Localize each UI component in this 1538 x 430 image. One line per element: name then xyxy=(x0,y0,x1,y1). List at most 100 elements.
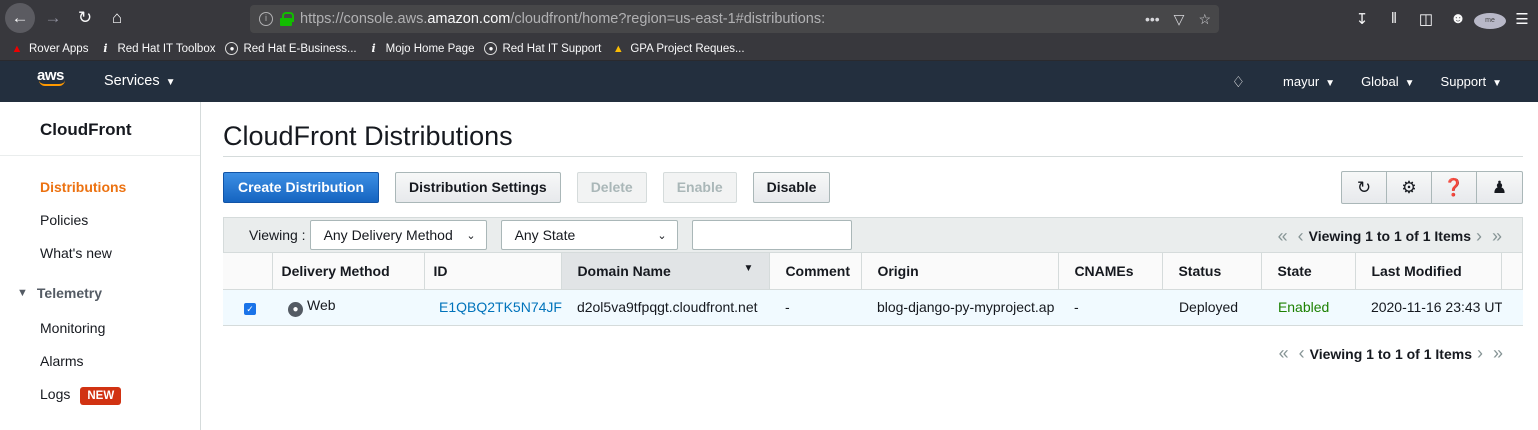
cell-comment: - xyxy=(784,299,790,315)
url-text[interactable]: https://console.aws.amazon.com/cloudfron… xyxy=(300,11,825,27)
sidebar-item-alarms[interactable]: Alarms xyxy=(0,345,200,378)
caret-down-icon: ▼ xyxy=(1404,78,1415,89)
pocket-icon[interactable]: ▽ xyxy=(1174,11,1185,28)
chevron-down-icon: ⌄ xyxy=(466,230,476,242)
bookmark-rover-apps[interactable]: ▲ Rover Apps xyxy=(10,42,89,56)
disable-button[interactable]: Disable xyxy=(752,171,831,203)
url-bar[interactable]: i https://console.aws.amazon.com/cloudfr… xyxy=(250,5,1219,33)
sidebar-item-logs[interactable]: Logs NEW xyxy=(0,378,200,411)
gear-icon[interactable]: ⚙ xyxy=(1387,172,1432,203)
sidebar-toggle-icon[interactable]: ◫ xyxy=(1410,10,1442,28)
delete-button[interactable]: Delete xyxy=(576,171,647,203)
next-page-icon[interactable]: › xyxy=(1476,226,1482,247)
reload-icon[interactable]: ↻ xyxy=(70,3,100,33)
services-menu[interactable]: Services ▼ xyxy=(104,73,176,89)
column-domain-name[interactable]: Domain Name ▼ xyxy=(561,253,771,290)
bookmark-it-support[interactable]: ● Red Hat IT Support xyxy=(484,42,601,55)
column-state[interactable]: State xyxy=(1261,253,1357,290)
globe-icon: ● xyxy=(288,302,303,317)
caret-down-icon: ▼ xyxy=(1492,78,1502,89)
row-checkbox-cell[interactable]: ✓ xyxy=(223,289,272,325)
table-header-row: Delivery Method ID Domain Name ▼ Comment … xyxy=(223,253,1523,290)
cell-cnames: - xyxy=(1073,299,1079,315)
sidebar-section-telemetry[interactable]: ▼ Telemetry xyxy=(0,274,200,312)
column-comment[interactable]: Comment xyxy=(769,253,863,290)
enable-button[interactable]: Enable xyxy=(662,171,737,203)
aws-logo[interactable]: aws xyxy=(37,67,65,86)
state-select[interactable]: Any State ⌄ xyxy=(500,220,678,250)
sidebar-item-whats-new[interactable]: What's new xyxy=(0,237,200,270)
bookmark-gpa[interactable]: ▲ GPA Project Reques... xyxy=(611,42,745,56)
bookmark-it-toolbox[interactable]: i Red Hat IT Toolbox xyxy=(98,42,215,56)
column-status[interactable]: Status xyxy=(1162,253,1263,290)
pager-bottom: « ‹ Viewing 1 to 1 of 1 Items › » xyxy=(223,326,1523,382)
state-enabled: Enabled xyxy=(1277,299,1330,315)
browser-toolbar: ← → ↻ ⌂ i https://console.aws.amazon.com… xyxy=(0,0,1538,37)
cell-origin: blog-django-py-myproject.ap xyxy=(876,299,1055,315)
cell-state: Enabled xyxy=(1262,289,1356,325)
last-page-icon[interactable]: » xyxy=(1492,226,1502,247)
info-icon[interactable]: i xyxy=(259,12,273,26)
bookmark-mojo[interactable]: i Mojo Home Page xyxy=(367,42,475,56)
sidebar-title[interactable]: CloudFront xyxy=(0,102,200,156)
cell-status: Deployed xyxy=(1178,299,1239,315)
caret-down-icon: ▼ xyxy=(17,287,28,299)
filter-bar: Viewing : Any Delivery Method ⌄ Any State… xyxy=(223,217,1523,253)
sidebar-item-distributions[interactable]: Distributions xyxy=(0,171,200,204)
aws-top-nav: aws Services ▼ ♢ mayur ▼ Global ▼ Support ▼ xyxy=(0,61,1538,102)
menu-icon[interactable]: ☰ xyxy=(1506,10,1538,28)
sidebar-item-monitoring[interactable]: Monitoring xyxy=(0,312,200,345)
first-page-icon[interactable]: « xyxy=(1278,226,1288,247)
drive-icon: ▲ xyxy=(612,42,624,55)
prev-page-icon[interactable]: ‹ xyxy=(1298,226,1304,247)
home-icon[interactable]: ⌂ xyxy=(102,3,132,33)
page-title: CloudFront Distributions xyxy=(223,102,1523,157)
row-checkbox[interactable]: ✓ xyxy=(244,303,256,315)
next-page-icon[interactable]: › xyxy=(1477,343,1483,364)
column-id[interactable]: ID xyxy=(424,253,563,290)
search-input[interactable] xyxy=(691,220,852,250)
chevron-down-icon: ⌄ xyxy=(657,230,667,242)
column-last-modified[interactable]: Last Modified xyxy=(1355,253,1503,290)
last-page-icon[interactable]: » xyxy=(1493,343,1503,364)
column-delivery-method[interactable]: Delivery Method xyxy=(272,253,425,290)
region-menu[interactable]: Global ▼ xyxy=(1361,74,1414,89)
globe-icon: ● xyxy=(225,42,239,55)
prev-page-icon[interactable]: ‹ xyxy=(1299,343,1305,364)
sidebar-item-policies[interactable]: Policies xyxy=(0,204,200,237)
action-toolbar: Create Distribution Distribution Setting… xyxy=(223,157,1523,217)
bookmark-ebusiness[interactable]: ● Red Hat E-Business... xyxy=(225,42,357,55)
table-row[interactable]: ✓ ● Web E1QBQ2TK5N74JF d2ol5va9tfpqgt.clo… xyxy=(223,289,1523,325)
profile-avatar[interactable]: me xyxy=(1474,9,1506,29)
info-icon: i xyxy=(371,42,376,55)
library-icon[interactable]: ‖ xyxy=(1378,10,1410,27)
caret-down-icon: ▼ xyxy=(1325,78,1336,89)
caret-down-icon: ▼ xyxy=(165,77,176,88)
pager-top: « ‹ Viewing 1 to 1 of 1 Items › » xyxy=(1273,218,1507,254)
back-arrow-icon[interactable]: ← xyxy=(5,3,35,33)
support-menu[interactable]: Support ▼ xyxy=(1441,74,1502,89)
sidebar: CloudFront Distributions Policies What's… xyxy=(0,102,201,430)
column-cnames[interactable]: CNAMEs xyxy=(1058,253,1164,290)
refresh-icon[interactable]: ↻ xyxy=(1342,172,1387,203)
bookmarks-bar: ▲ Rover Apps i Red Hat IT Toolbox ● Red Hat… xyxy=(0,37,1538,61)
column-origin[interactable]: Origin xyxy=(861,253,1060,290)
create-distribution-button[interactable]: Create Distribution xyxy=(223,171,380,203)
delivery-method-select[interactable]: Any Delivery Method ⌄ xyxy=(309,220,487,250)
user-icon[interactable]: ♟ xyxy=(1477,172,1522,203)
user-menu[interactable]: mayur ▼ xyxy=(1283,74,1335,89)
new-badge: NEW xyxy=(80,387,122,405)
bell-icon[interactable]: ♢ xyxy=(1232,73,1245,91)
icon-button-group: ↻ ⚙ ❓ ♟ xyxy=(1341,171,1523,204)
bookmark-star-icon[interactable]: ☆ xyxy=(1198,11,1211,28)
help-icon[interactable]: ❓ xyxy=(1432,172,1477,203)
account-icon[interactable]: ☻ xyxy=(1442,10,1474,27)
forward-arrow-icon[interactable]: → xyxy=(38,3,68,33)
info-icon: i xyxy=(103,42,108,55)
distribution-settings-button[interactable]: Distribution Settings xyxy=(395,171,561,203)
download-icon[interactable]: ↧ xyxy=(1346,10,1378,28)
first-page-icon[interactable]: « xyxy=(1279,343,1289,364)
cell-domain-name: d2ol5va9tfpqgt.cloudfront.net xyxy=(576,299,758,315)
more-actions-icon[interactable]: ••• xyxy=(1145,11,1160,27)
distribution-id-link[interactable]: E1QBQ2TK5N74JF xyxy=(439,299,562,315)
